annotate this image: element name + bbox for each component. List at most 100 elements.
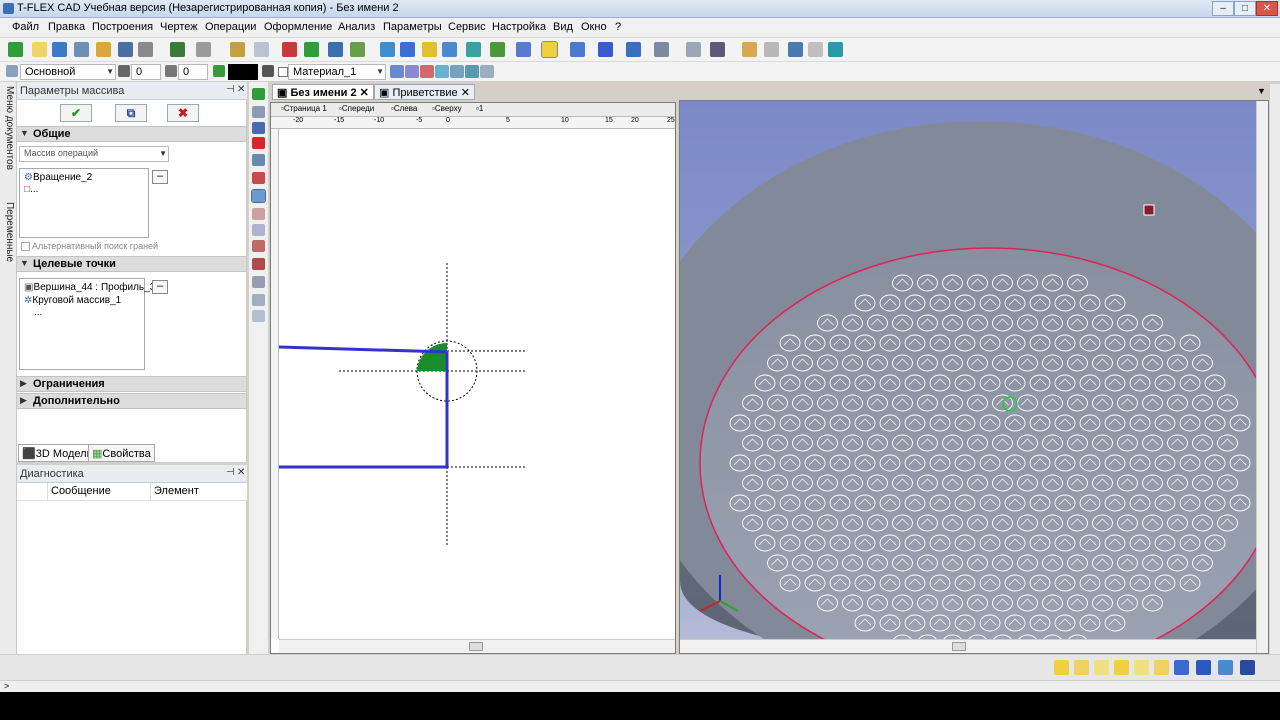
direction-icon[interactable] (252, 224, 265, 236)
pin-icon[interactable]: ⊣ (226, 467, 235, 478)
array-icon[interactable] (541, 41, 558, 58)
fillet-icon[interactable] (490, 42, 505, 57)
node-icon[interactable] (282, 42, 297, 57)
list-item[interactable]: ▣Вершина_44 : Профиль_3 (24, 282, 155, 293)
model-3d-view[interactable] (679, 100, 1269, 654)
filter-edge-icon[interactable] (405, 65, 419, 78)
parameters-icon[interactable] (828, 42, 843, 57)
loft-icon[interactable] (422, 42, 437, 57)
undo-icon[interactable] (170, 42, 185, 57)
tab-3d-model[interactable]: ⬛3D Модель (18, 444, 97, 462)
targets-list[interactable]: ▣Вершина_44 : Профиль_3 ✲Круговой массив… (19, 278, 155, 370)
ok-button[interactable]: ✔ (60, 104, 92, 122)
path-icon[interactable] (252, 208, 265, 220)
select-icon[interactable] (254, 42, 269, 57)
workplane-icon[interactable] (304, 42, 319, 57)
horizontal-scrollbar[interactable] (279, 639, 675, 653)
col-element[interactable]: Элемент (154, 485, 199, 497)
vertex-pick-icon[interactable] (252, 240, 265, 252)
menu-analysis[interactable]: Анализ (338, 21, 375, 33)
level-b-field[interactable]: 0 (178, 64, 208, 80)
confirm-icon[interactable] (8, 42, 23, 57)
menu-edit[interactable]: Правка (48, 21, 85, 33)
new-file-icon[interactable] (32, 42, 47, 57)
edge-pick-icon[interactable] (252, 258, 265, 270)
menu-parameters[interactable]: Параметры (383, 21, 442, 33)
rotate-icon[interactable] (400, 42, 415, 57)
print-icon[interactable] (138, 42, 153, 57)
minimize-button[interactable]: – (1212, 1, 1234, 16)
select-op-icon[interactable] (252, 154, 265, 166)
cancel-icon[interactable] (252, 137, 265, 149)
open-folder-icon[interactable] (96, 42, 111, 57)
tab-document[interactable]: ▣ Без имени 2 ✕ (272, 84, 374, 100)
filter-face-icon[interactable] (420, 65, 434, 78)
menu-service[interactable]: Сервис (448, 21, 486, 33)
select-point-icon[interactable] (251, 189, 266, 203)
params-icon[interactable] (252, 122, 265, 134)
normal-icon[interactable] (252, 276, 265, 288)
select-face-icon[interactable] (252, 172, 265, 184)
link-icon[interactable] (788, 42, 803, 57)
tab-variables[interactable]: Переменные (2, 202, 15, 262)
chevron-down-icon[interactable]: ▼ (1257, 86, 1266, 96)
report-icon[interactable] (742, 42, 757, 57)
copy-icon[interactable] (764, 42, 779, 57)
close-button[interactable]: ✕ (1256, 1, 1278, 16)
horizontal-scrollbar-3d[interactable] (680, 639, 1256, 653)
view-bottom-icon[interactable] (1174, 660, 1189, 675)
view-top-icon[interactable] (1154, 660, 1169, 675)
tools-icon[interactable] (808, 42, 823, 57)
close-icon[interactable]: ✕ (237, 84, 245, 95)
close-icon[interactable]: ✕ (357, 87, 369, 99)
array-type-select[interactable]: Массив операций ▼ (19, 146, 169, 162)
view-scrollbar[interactable] (1256, 101, 1268, 653)
color-swatch[interactable] (228, 64, 258, 80)
dimension-icon[interactable] (710, 42, 725, 57)
remove-target-button[interactable]: – (152, 280, 168, 294)
view-wire-icon[interactable] (1218, 660, 1233, 675)
axis-icon[interactable] (328, 42, 343, 57)
section-extra[interactable]: ▶ Дополнительно (17, 393, 246, 409)
menu-window[interactable]: Окно (581, 21, 607, 33)
material-combo[interactable]: Материал_1 ▼ (288, 64, 386, 80)
tab-welcome[interactable]: ▣ Приветствие ✕ (374, 84, 475, 100)
view-hidden-icon[interactable] (1240, 660, 1255, 675)
view-shade-icon[interactable] (1196, 660, 1211, 675)
menu-help[interactable]: ? (615, 21, 621, 33)
level-a-field[interactable]: 0 (131, 64, 161, 80)
surface-icon[interactable] (654, 42, 669, 57)
filter-op-icon[interactable] (450, 65, 464, 78)
apply-icon[interactable] (252, 88, 265, 100)
list-item[interactable]: ... (34, 307, 42, 318)
operations-list[interactable]: ⚙Вращение_2 □... (19, 168, 149, 238)
tab-properties[interactable]: ▦Свойства (88, 444, 155, 462)
pin-icon[interactable]: ⊣ (226, 84, 235, 95)
open-icon[interactable] (74, 42, 89, 57)
chamfer-icon[interactable] (516, 42, 531, 57)
section-limits[interactable]: ▶ Ограничения (17, 376, 246, 392)
preview-button[interactable]: ⧉ (115, 104, 147, 122)
preview-icon[interactable] (252, 106, 265, 118)
command-line[interactable]: > (0, 680, 1280, 692)
shell-icon[interactable] (570, 42, 585, 57)
new-3d-icon[interactable] (52, 42, 67, 57)
remove-operation-button[interactable]: – (152, 170, 168, 184)
pencil-icon[interactable] (230, 42, 245, 57)
tab-documents-menu[interactable]: Меню документов (2, 86, 15, 170)
filter-icon[interactable] (390, 65, 404, 78)
measure-icon[interactable] (686, 42, 701, 57)
filter-all-icon[interactable] (480, 65, 494, 78)
col-message[interactable]: Сообщение (51, 485, 111, 497)
filter-body-icon[interactable] (435, 65, 449, 78)
section-general[interactable]: ▼ Общие (17, 126, 246, 142)
thicken-icon[interactable] (598, 42, 613, 57)
view-front-icon[interactable] (1074, 660, 1089, 675)
material-checkbox[interactable] (278, 67, 288, 77)
filter-vertex-icon[interactable] (465, 65, 479, 78)
scroll-thumb[interactable] (952, 642, 966, 651)
redo-icon[interactable] (196, 42, 211, 57)
view-left-icon[interactable] (1114, 660, 1129, 675)
lcs-icon[interactable] (350, 42, 365, 57)
view-back-icon[interactable] (1094, 660, 1109, 675)
